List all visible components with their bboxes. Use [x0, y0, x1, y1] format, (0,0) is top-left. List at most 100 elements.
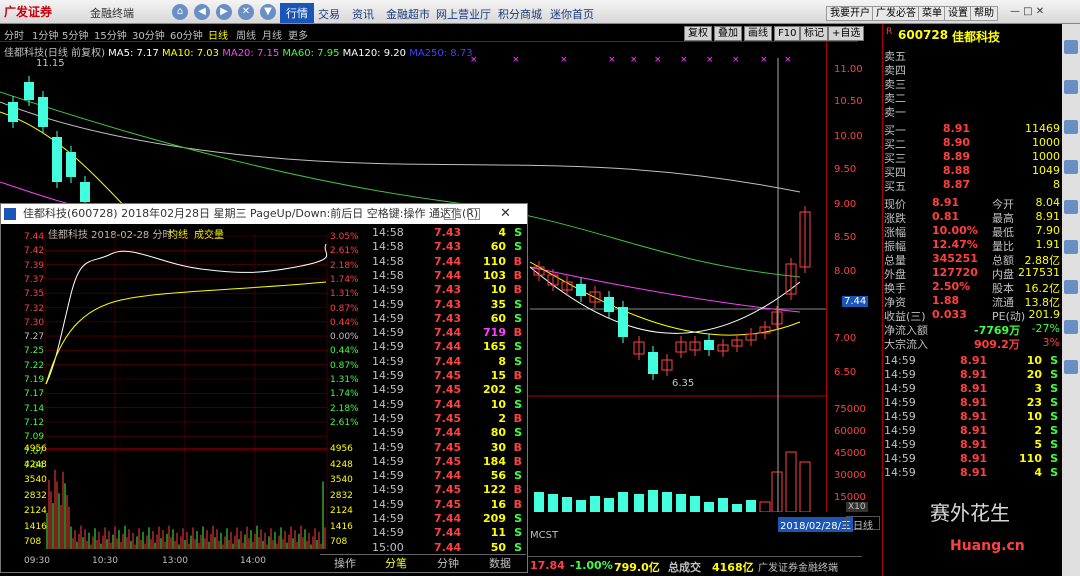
dropdown-icon[interactable]: ▼ [260, 4, 276, 20]
deal-side: S [1050, 466, 1058, 479]
tick-time: 14:59 [372, 326, 404, 340]
vol-tick: 2832 [330, 490, 353, 501]
svg-text:×: × [560, 55, 568, 65]
price-tick: 9.00 [834, 199, 857, 210]
settings-button[interactable]: 设置 [944, 6, 972, 21]
period-more[interactable]: 更多 [288, 27, 308, 42]
tab-operate[interactable]: 操作 [320, 554, 370, 572]
watermark-url: Huang.cn [950, 538, 1025, 554]
tick-side: S [514, 426, 522, 440]
tab-daily[interactable]: 日线 [846, 516, 880, 532]
maximize-icon[interactable] [468, 208, 480, 220]
period-monthly[interactable]: 月线 [262, 27, 282, 42]
sidebar-icon[interactable] [1064, 80, 1078, 94]
period-30min[interactable]: 30分钟 [132, 27, 165, 42]
sidebar-icon[interactable] [1064, 280, 1078, 294]
tick-row: 14:59 7.44 165 S [372, 340, 524, 354]
mark-button[interactable]: 标记 [800, 26, 828, 41]
period-15min[interactable]: 15分钟 [94, 27, 127, 42]
tick-time: 14:59 [372, 483, 404, 497]
volume-bar [548, 494, 558, 512]
menu-quotes[interactable]: 行情 [280, 3, 314, 23]
price-tick: 7.27 [24, 332, 45, 343]
tick-time: 14:58 [372, 240, 404, 254]
tick-row: 14:59 7.45 2 B [372, 412, 524, 426]
sidebar-icon[interactable] [1064, 320, 1078, 334]
price-tick: 9.50 [834, 164, 857, 175]
sidebar-icon[interactable] [1064, 120, 1078, 134]
tick-price: 7.44 [434, 354, 462, 368]
period-1min[interactable]: 1分钟 [32, 27, 58, 42]
menu-button[interactable]: 菜单 [918, 6, 946, 21]
intraday-grid [44, 234, 328, 549]
stat-value: 217531 [1018, 266, 1060, 279]
window-controls[interactable]: — □ ✕ [1010, 6, 1060, 19]
tick-row: 14:59 7.45 122 B [372, 483, 524, 497]
vol-tick: 1416 [330, 521, 353, 532]
menu-points-mall[interactable]: 积分商城 [498, 6, 542, 22]
tick-row: 14:59 7.45 30 B [372, 441, 524, 455]
close-icon[interactable]: ✕ [238, 4, 254, 20]
deal-side: S [1050, 354, 1058, 367]
sidebar-icon[interactable] [1064, 40, 1078, 54]
index-value: 17.84 [530, 559, 565, 572]
price-tick: 7.37 [24, 274, 45, 285]
adjust-button[interactable]: 复权 [684, 26, 712, 41]
menu-market[interactable]: 金融超市 [386, 6, 430, 22]
tick-price: 7.44 [434, 268, 462, 282]
deal-time: 14:59 [884, 466, 916, 479]
help-button[interactable]: 帮助 [970, 6, 998, 21]
price-tick: 7.19 [24, 375, 45, 385]
tab-data[interactable]: 数据 [474, 554, 526, 572]
tab-minute[interactable]: 分钟 [422, 554, 474, 572]
close-icon[interactable]: ✕ [500, 206, 511, 221]
period-weekly[interactable]: 周线 [236, 27, 256, 42]
deal-row: 14:59 8.91 10 S [884, 410, 1060, 424]
tick-volume: 8 [498, 354, 506, 368]
deal-side: S [1050, 438, 1058, 451]
price-tick: 7.35 [24, 289, 45, 300]
sidebar-icon[interactable] [1064, 360, 1078, 374]
back-icon[interactable]: ◀ [194, 4, 210, 20]
menu-online-hall[interactable]: 网上营业厅 [436, 6, 491, 22]
tick-side: S [514, 297, 522, 311]
sidebar-icon[interactable] [1064, 160, 1078, 174]
flow-value: 909.2万 [974, 338, 1020, 351]
tick-row: 14:58 7.44 110 B [372, 255, 524, 269]
minimize-icon[interactable] [444, 208, 456, 220]
add-watchlist-button[interactable]: +自选 [828, 26, 865, 41]
deal-price: 8.91 [960, 354, 988, 367]
menu-news[interactable]: 资讯 [352, 6, 374, 22]
tick-time: 15:00 [372, 540, 404, 554]
open-account-button[interactable]: 我要开户 [826, 6, 874, 21]
sidebar-icon[interactable] [1064, 200, 1078, 214]
tick-price: 7.45 [434, 369, 462, 382]
period-daily[interactable]: 日线 [208, 27, 228, 42]
candle-body [80, 182, 90, 202]
svg-text:×: × [654, 55, 662, 65]
tick-time: 14:59 [372, 426, 404, 440]
sidebar-icon[interactable] [1064, 240, 1078, 254]
tab-ticks[interactable]: 分笔 [370, 554, 422, 572]
overlay-button[interactable]: 叠加 [714, 26, 742, 41]
menu-mini-home[interactable]: 迷你首页 [550, 6, 594, 22]
period-intraday[interactable]: 分时 [4, 27, 24, 42]
home-icon[interactable]: ⌂ [172, 4, 188, 20]
intraday-chart[interactable] [1, 224, 369, 554]
app-icon [4, 208, 16, 220]
deal-time: 14:59 [884, 396, 916, 409]
avg-line [45, 281, 327, 385]
f10-button[interactable]: F10 [774, 26, 801, 41]
tick-side: B [513, 440, 522, 454]
stat-value: 10.00% [932, 224, 978, 237]
faq-button[interactable]: 广发必答 [872, 6, 920, 21]
tick-side: B [513, 497, 522, 511]
forward-icon[interactable]: ▶ [216, 4, 232, 20]
menu-trade[interactable]: 交易 [318, 6, 340, 22]
tick-row: 14:59 7.43 60 S [372, 312, 524, 326]
tick-row: 14:59 7.44 80 S [372, 426, 524, 440]
volume-bar [590, 496, 600, 512]
draw-button[interactable]: 画线 [744, 26, 772, 41]
period-60min[interactable]: 60分钟 [170, 27, 203, 42]
period-5min[interactable]: 5分钟 [62, 27, 88, 42]
